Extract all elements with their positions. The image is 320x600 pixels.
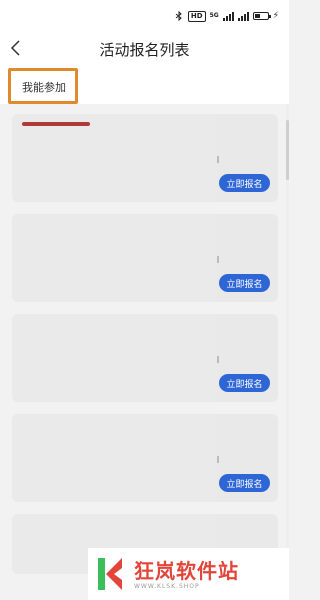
signup-button[interactable]: 立即报名 (219, 474, 270, 492)
activity-list: 立即报名 立即报名 立即报名 立即报名 (12, 114, 278, 586)
activity-cover-image (12, 414, 217, 502)
activity-card[interactable]: 立即报名 (12, 114, 278, 202)
tab-bar: 我能参加 (0, 68, 289, 104)
activity-cover-image (12, 114, 217, 202)
activity-cover-image (12, 214, 217, 302)
page-title: 活动报名列表 (99, 41, 190, 59)
battery-icon (252, 12, 271, 20)
card-text-fragment (217, 456, 219, 463)
signup-button[interactable]: 立即报名 (219, 374, 270, 392)
activity-card[interactable]: 立即报名 (12, 414, 278, 502)
card-text-fragment (217, 256, 219, 263)
activity-card[interactable]: 立即报名 (12, 214, 278, 302)
activity-card[interactable]: 立即报名 (12, 314, 278, 402)
cover-tag (22, 122, 90, 126)
hd-badge: HD (187, 10, 206, 22)
nav-bar: 活动报名列表 (0, 32, 289, 68)
bluetooth-icon (175, 11, 182, 21)
signal-icon-2 (237, 11, 249, 21)
activity-cover-image (12, 314, 217, 402)
watermark-text: 狂岚软件站 WWW.KLSK.SHOP (134, 559, 239, 590)
card-text-fragment (217, 156, 219, 163)
status-icons: HD 5G ⚡ (174, 9, 279, 23)
watermark-name: 狂岚软件站 (134, 558, 239, 583)
network-type-label: 5G (209, 12, 219, 19)
scrollbar-thumb[interactable] (286, 120, 289, 180)
card-text-fragment (217, 356, 219, 363)
watermark-url: WWW.KLSK.SHOP (134, 582, 200, 590)
watermark-logo-icon (98, 558, 122, 590)
watermark: 狂岚软件站 WWW.KLSK.SHOP (88, 548, 289, 600)
charging-icon: ⚡ (272, 11, 279, 21)
signup-button[interactable]: 立即报名 (219, 174, 270, 192)
signup-button[interactable]: 立即报名 (219, 274, 270, 292)
tab-can-join[interactable]: 我能参加 (22, 79, 66, 95)
status-bar: HD 5G ⚡ (0, 0, 289, 32)
signal-icon (222, 11, 234, 21)
